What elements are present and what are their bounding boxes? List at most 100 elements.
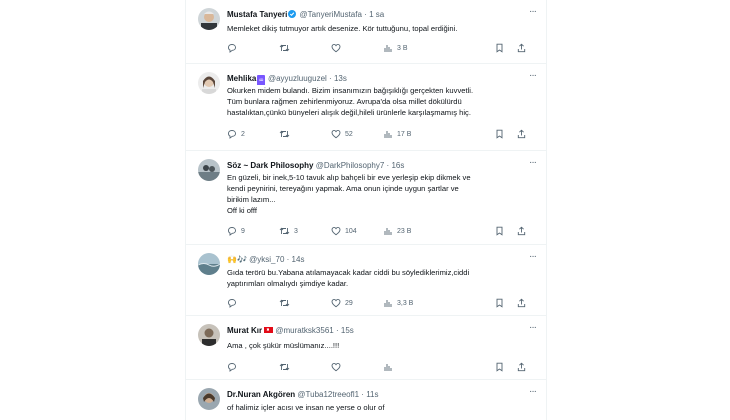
more-options-icon[interactable]: ··· xyxy=(529,6,537,18)
like-count: 29 xyxy=(345,299,353,307)
retweet-button[interactable] xyxy=(279,42,294,54)
handle[interactable]: @Tuba12treeofl1 xyxy=(297,390,359,399)
more-options-icon[interactable]: ··· xyxy=(529,386,537,398)
handle[interactable]: @TanyeriMustafa xyxy=(300,10,362,19)
views-icon xyxy=(383,43,393,53)
share-button[interactable] xyxy=(517,128,526,140)
retweet-button[interactable]: 3 xyxy=(279,225,298,237)
heart-icon xyxy=(331,298,341,308)
display-name[interactable]: Mehlika xyxy=(227,74,256,83)
reply-button[interactable] xyxy=(227,42,241,54)
retweet-count: 3 xyxy=(294,227,298,235)
views-button[interactable] xyxy=(383,361,397,373)
timestamp[interactable]: 14s xyxy=(292,255,305,264)
avatar[interactable] xyxy=(198,72,220,94)
heart-icon xyxy=(331,226,341,236)
views-icon xyxy=(383,362,393,372)
reply-icon xyxy=(227,226,237,236)
views-button[interactable]: 17 B xyxy=(383,128,411,140)
bookmark-button[interactable] xyxy=(495,361,504,373)
views-button[interactable]: 3 B xyxy=(383,42,408,54)
timestamp[interactable]: 15s xyxy=(341,326,354,335)
tweet-header: Söz ~ Dark Philosophy @DarkPhilosophy7 ·… xyxy=(227,160,522,172)
separator: · xyxy=(361,390,364,399)
share-button[interactable] xyxy=(517,361,526,373)
display-name[interactable]: Murat Kır xyxy=(227,326,262,335)
view-count: 3,3 B xyxy=(397,299,414,307)
bookmark-icon xyxy=(495,226,504,236)
timestamp[interactable]: 16s xyxy=(391,161,404,170)
timestamp[interactable]: 1 sa xyxy=(369,10,384,19)
handle[interactable]: @muratksk3561 xyxy=(275,326,333,335)
tweet[interactable]: Mehlika ♒ @ayyuzluuguzel · 13s ··· Okurke… xyxy=(186,64,546,151)
bookmark-icon xyxy=(495,298,504,308)
avatar[interactable] xyxy=(198,388,220,410)
timestamp[interactable]: 13s xyxy=(334,74,347,83)
display-name[interactable]: Söz ~ Dark Philosophy xyxy=(227,161,313,170)
more-options-icon[interactable]: ··· xyxy=(529,322,537,334)
handle[interactable]: @yksi_70 xyxy=(249,255,284,264)
views-button[interactable]: 23 B xyxy=(383,225,411,237)
tweet[interactable]: Dr.Nuran Akgören @Tuba12treeofl1 · 11s ·… xyxy=(186,380,546,420)
retweet-button[interactable] xyxy=(279,361,294,373)
bookmark-icon xyxy=(495,362,504,372)
avatar[interactable] xyxy=(198,159,220,181)
avatar[interactable] xyxy=(198,8,220,30)
more-options-icon[interactable]: ··· xyxy=(529,157,537,169)
bookmark-button[interactable] xyxy=(495,128,504,140)
views-button[interactable]: 3,3 B xyxy=(383,297,413,309)
share-icon xyxy=(517,298,526,308)
timestamp[interactable]: 11s xyxy=(366,390,378,399)
tweet[interactable]: Murat Kır @muratksk3561 · 15s ··· Ama , … xyxy=(186,316,546,380)
reply-button[interactable]: 9 xyxy=(227,225,245,237)
heart-icon xyxy=(331,43,341,53)
avatar[interactable] xyxy=(198,324,220,346)
retweet-button[interactable] xyxy=(279,128,294,140)
separator: · xyxy=(335,326,339,335)
tweet[interactable]: Mustafa Tanyeri @TanyeriMustafa · 1 sa ·… xyxy=(186,0,546,64)
tweet-text: of halimiz içler acısı ve insan ne yerse… xyxy=(227,403,385,412)
tweet-actions: 2 52 17 B xyxy=(227,128,527,140)
reply-button[interactable] xyxy=(227,297,241,309)
reply-button[interactable] xyxy=(227,361,241,373)
separator: · xyxy=(286,255,290,264)
bookmark-button[interactable] xyxy=(495,225,504,237)
separator: · xyxy=(364,10,367,19)
like-button[interactable] xyxy=(331,42,345,54)
like-button[interactable]: 52 xyxy=(331,128,353,140)
share-button[interactable] xyxy=(517,297,526,309)
tweet[interactable]: 🙌🎶 @yksi_70 · 14s ··· Gıda terörü bu.Yab… xyxy=(186,245,546,316)
bookmark-button[interactable] xyxy=(495,42,504,54)
heart-icon xyxy=(331,129,341,139)
handle[interactable]: @DarkPhilosophy7 xyxy=(316,161,385,170)
views-icon xyxy=(383,298,393,308)
like-button[interactable] xyxy=(331,361,345,373)
tweet[interactable]: Söz ~ Dark Philosophy @DarkPhilosophy7 ·… xyxy=(186,151,546,245)
tweet-text: Memleket dikiş tutmuyor artık desenize. … xyxy=(227,24,458,33)
like-button[interactable]: 104 xyxy=(331,225,357,237)
like-button[interactable]: 29 xyxy=(331,297,353,309)
bookmark-button[interactable] xyxy=(495,297,504,309)
tweet-actions xyxy=(227,361,527,373)
retweet-button[interactable] xyxy=(279,297,294,309)
views-icon xyxy=(383,226,393,236)
reply-icon xyxy=(227,362,237,372)
tweet-header: Mehlika ♒ @ayyuzluuguzel · 13s xyxy=(227,73,522,85)
display-name[interactable]: Mustafa Tanyeri xyxy=(227,10,287,19)
retweet-icon xyxy=(279,226,290,236)
retweet-icon xyxy=(279,362,290,372)
tweet-actions: 9 3 104 23 B xyxy=(227,225,527,237)
share-button[interactable] xyxy=(517,42,526,54)
display-name[interactable]: Dr.Nuran Akgören xyxy=(227,390,295,399)
share-button[interactable] xyxy=(517,225,526,237)
more-options-icon[interactable]: ··· xyxy=(529,70,537,82)
avatar[interactable] xyxy=(198,253,220,275)
retweet-icon xyxy=(279,298,290,308)
more-options-icon[interactable]: ··· xyxy=(529,251,537,263)
bookmark-icon xyxy=(495,129,504,139)
handle[interactable]: @ayyuzluuguzel xyxy=(268,74,327,83)
reply-button[interactable]: 2 xyxy=(227,128,245,140)
turkey-flag-icon xyxy=(264,327,274,333)
tweet-text: Ama , çok şükür müslümanız....!!! xyxy=(227,341,340,350)
display-name[interactable]: 🙌🎶 xyxy=(227,255,247,264)
